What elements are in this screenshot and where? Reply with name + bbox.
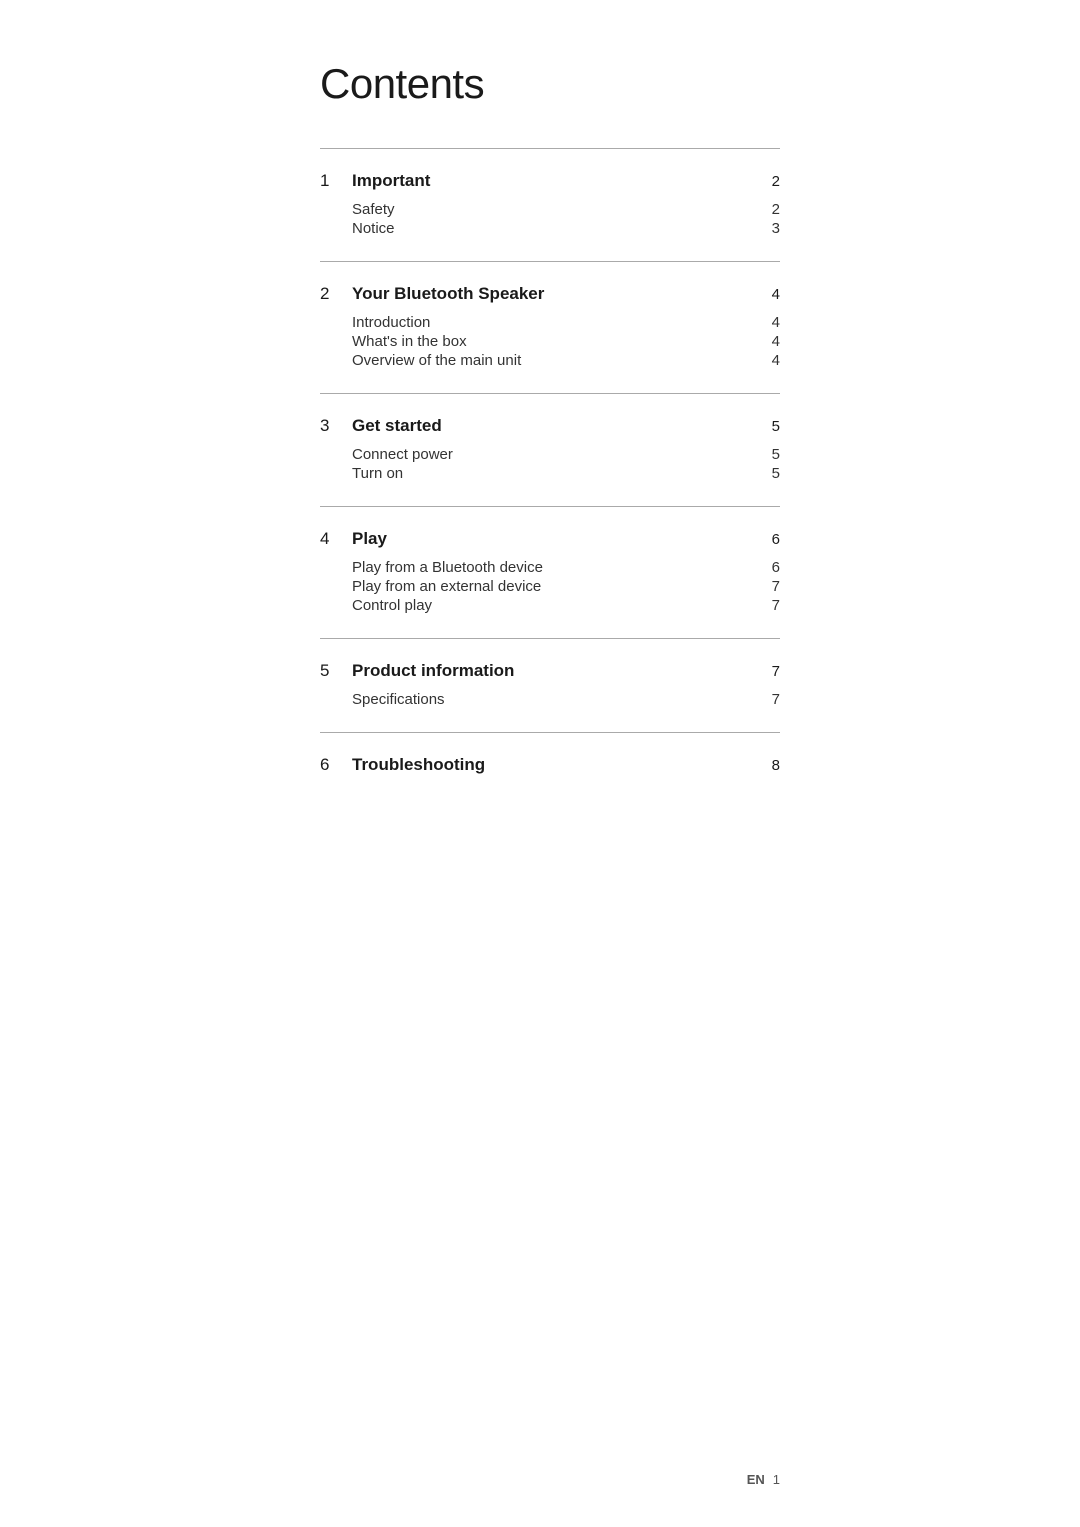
toc-title-5: Product information — [352, 661, 514, 681]
toc-sub-row-1-0: Safety 2 — [352, 201, 780, 218]
toc-sub-page-1-0: 2 — [772, 201, 780, 218]
toc-sub-page-4-1: 7 — [772, 578, 780, 595]
toc-sub-row-4-0: Play from a Bluetooth device 6 — [352, 559, 780, 576]
toc-main-row-3: 3 Get started 5 — [320, 416, 780, 436]
toc-title-6: Troubleshooting — [352, 755, 485, 775]
toc-sub-label-4-2: Control play — [352, 597, 432, 614]
toc-main-row-4: 4 Play 6 — [320, 529, 780, 549]
footer-page-number: 1 — [773, 1472, 780, 1487]
toc-main-row-1: 1 Important 2 — [320, 171, 780, 191]
toc-number-5: 5 — [320, 661, 336, 681]
toc-sub-page-2-2: 4 — [772, 352, 780, 369]
toc-sub-row-3-0: Connect power 5 — [352, 446, 780, 463]
toc-sub-label-3-0: Connect power — [352, 446, 453, 463]
toc-sub-label-2-0: Introduction — [352, 314, 430, 331]
toc-number-6: 6 — [320, 755, 336, 775]
toc-sub-row-2-1: What's in the box 4 — [352, 333, 780, 350]
toc-title-2: Your Bluetooth Speaker — [352, 284, 544, 304]
toc-sub-page-1-1: 3 — [772, 220, 780, 237]
toc-main-row-6: 6 Troubleshooting 8 — [320, 755, 780, 775]
toc-page-5: 7 — [772, 663, 780, 680]
toc-page-2: 4 — [772, 286, 780, 303]
toc-title-1: Important — [352, 171, 430, 191]
toc-section-3: 3 Get started 5 Connect power 5 Turn on 5 — [320, 393, 780, 506]
toc-sub-page-3-1: 5 — [772, 465, 780, 482]
toc-sub-label-2-1: What's in the box — [352, 333, 467, 350]
toc-sub-row-1-1: Notice 3 — [352, 220, 780, 237]
toc-title-4: Play — [352, 529, 387, 549]
toc-sub-row-4-1: Play from an external device 7 — [352, 578, 780, 595]
toc-page-3: 5 — [772, 418, 780, 435]
toc-sub-row-2-2: Overview of the main unit 4 — [352, 352, 780, 369]
toc-sub-label-4-1: Play from an external device — [352, 578, 541, 595]
toc-sub-label-1-1: Notice — [352, 220, 395, 237]
toc-sub-page-4-0: 6 — [772, 559, 780, 576]
toc-section-2: 2Your Bluetooth Speaker4Introduction4Wha… — [320, 261, 780, 393]
toc-section-6: 6 Troubleshooting 8 — [320, 732, 780, 807]
toc-sub-row-3-1: Turn on 5 — [352, 465, 780, 482]
toc-sub-label-3-1: Turn on — [352, 465, 403, 482]
toc-number-4: 4 — [320, 529, 336, 549]
toc-number-2: 2 — [320, 284, 336, 304]
toc-sub-page-4-2: 7 — [772, 597, 780, 614]
toc-sub-label-2-2: Overview of the main unit — [352, 352, 521, 369]
toc-page-6: 8 — [772, 757, 780, 774]
toc-sub-label-5-0: Specifications — [352, 691, 445, 708]
toc-number-1: 1 — [320, 171, 336, 191]
page-title: Contents — [320, 60, 780, 108]
toc-sub-page-2-1: 4 — [772, 333, 780, 350]
toc-page-1: 2 — [772, 173, 780, 190]
footer: EN 1 — [747, 1472, 780, 1487]
toc-number-3: 3 — [320, 416, 336, 436]
toc-sub-row-4-2: Control play 7 — [352, 597, 780, 614]
toc-container: 1 Important 2 Safety 2 Notice 3 2 Your Bluetooth… — [320, 148, 780, 807]
toc-sub-label-4-0: Play from a Bluetooth device — [352, 559, 543, 576]
page: Contents 1 Important 2 Safety 2 Notice 3 2 Your … — [260, 0, 820, 1527]
toc-sub-page-3-0: 5 — [772, 446, 780, 463]
toc-main-row-5: 5 Product information 7 — [320, 661, 780, 681]
toc-section-4: 4Play6Play from a Bluetooth device6Play … — [320, 506, 780, 638]
footer-lang: EN — [747, 1472, 765, 1487]
toc-title-3: Get started — [352, 416, 442, 436]
toc-sub-row-2-0: Introduction 4 — [352, 314, 780, 331]
toc-sub-page-5-0: 7 — [772, 691, 780, 708]
toc-sub-label-1-0: Safety — [352, 201, 395, 218]
toc-section-5: 5 Product information 7 Specifications 7 — [320, 638, 780, 732]
toc-sub-page-2-0: 4 — [772, 314, 780, 331]
toc-sub-row-5-0: Specifications 7 — [352, 691, 780, 708]
toc-page-4: 6 — [772, 531, 780, 548]
toc-section-1: 1 Important 2 Safety 2 Notice 3 — [320, 148, 780, 261]
toc-main-row-2: 2 Your Bluetooth Speaker 4 — [320, 284, 780, 304]
